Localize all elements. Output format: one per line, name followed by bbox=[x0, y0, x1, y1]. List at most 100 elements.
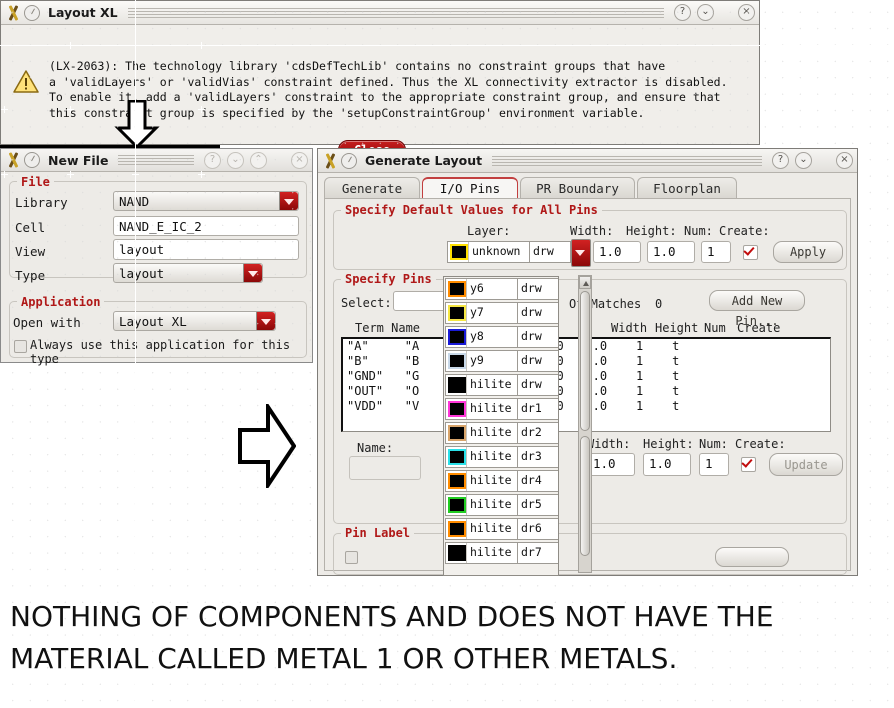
layer-dropdown-button[interactable] bbox=[571, 239, 591, 267]
canvas-marker bbox=[67, 171, 74, 178]
layer-option[interactable]: hilite drw bbox=[445, 374, 558, 396]
default-values-legend: Specify Default Values for All Pins bbox=[341, 203, 602, 217]
generate-layout-window-buttons: ? ⌄ × bbox=[772, 152, 853, 169]
layer-color-swatch bbox=[448, 497, 466, 513]
layer-option[interactable]: hilite dr3 bbox=[445, 446, 558, 468]
canvas-grid-dots bbox=[0, 0, 894, 708]
panel-vertical-scrollbar[interactable] bbox=[578, 275, 592, 573]
pin-label-legend: Pin Label bbox=[341, 526, 415, 540]
pin-label-action-button[interactable] bbox=[715, 547, 789, 567]
layout-canvas[interactable] bbox=[0, 0, 894, 708]
layer-option-purpose: dr1 bbox=[517, 399, 558, 419]
chevron-down-icon[interactable]: ⌄ bbox=[795, 152, 812, 169]
layer-color-swatch bbox=[448, 449, 466, 465]
default-layer-combo[interactable]: unknown drw bbox=[447, 241, 571, 263]
layer-option[interactable]: hilite dr1 bbox=[445, 398, 558, 420]
height-header: Height: bbox=[626, 224, 677, 238]
layer-option-purpose: drw bbox=[517, 375, 558, 395]
layer-purpose: drw bbox=[529, 242, 570, 262]
layer-color-swatch bbox=[448, 545, 466, 561]
layer-option[interactable]: hilite dr4 bbox=[445, 470, 558, 492]
layer-option[interactable]: hilite dr2 bbox=[445, 422, 558, 444]
layer-option[interactable]: hilite dr7 bbox=[445, 542, 558, 564]
layer-color-swatch bbox=[448, 281, 466, 297]
specify-pins-legend: Specify Pins bbox=[341, 272, 436, 286]
layer-option-purpose: drw bbox=[517, 303, 558, 323]
edit-width-label: Width: bbox=[587, 437, 631, 451]
name-input[interactable] bbox=[349, 456, 421, 480]
scrollbar-thumb-lower[interactable] bbox=[580, 436, 590, 556]
generate-layout-title: Generate Layout bbox=[365, 153, 483, 168]
canvas-axis-vertical bbox=[135, 0, 136, 708]
tab-generate[interactable]: Generate bbox=[324, 177, 420, 199]
canvas-marker bbox=[1, 171, 8, 178]
layer-option[interactable]: hilite dr6 bbox=[445, 518, 558, 540]
apply-button[interactable]: Apply bbox=[773, 241, 843, 263]
caption-text: NOTHING OF COMPONENTS AND DOES NOT HAVE … bbox=[10, 596, 890, 680]
caption-line-1: NOTHING OF COMPONENTS AND DOES NOT HAVE … bbox=[10, 600, 774, 633]
tab-floorplan[interactable]: Floorplan bbox=[637, 177, 737, 199]
create-header: Create: bbox=[719, 224, 770, 238]
default-width-input[interactable]: 1.0 bbox=[593, 241, 641, 263]
create-label-checkbox[interactable] bbox=[345, 551, 358, 564]
edit-create-label: Create: bbox=[735, 437, 786, 451]
edit-create-checkbox[interactable] bbox=[741, 457, 756, 472]
layer-option-name: y8 bbox=[466, 327, 517, 347]
chevron-down-icon bbox=[575, 250, 585, 256]
layer-option[interactable]: y6 drw bbox=[445, 278, 558, 300]
layer-header: Layer: bbox=[467, 224, 511, 238]
layer-option-purpose: drw bbox=[517, 351, 558, 371]
default-num-input[interactable]: 1 bbox=[701, 241, 731, 263]
default-create-checkbox[interactable] bbox=[743, 245, 758, 260]
canvas-marker bbox=[198, 171, 205, 178]
layer-option-purpose: drw bbox=[517, 279, 558, 299]
layer-option[interactable]: y8 drw bbox=[445, 326, 558, 348]
table-create-header: Create bbox=[737, 321, 781, 335]
layer-option-purpose: dr4 bbox=[517, 471, 558, 491]
edit-height-label: Height: bbox=[643, 437, 694, 451]
default-height-input[interactable]: 1.0 bbox=[647, 241, 695, 263]
io-pins-panel: Specify Default Values for All Pins Laye… bbox=[324, 198, 851, 575]
layer-option[interactable]: hilite dr5 bbox=[445, 494, 558, 516]
scroll-up-arrow[interactable] bbox=[579, 276, 591, 289]
edit-width-input[interactable]: 1.0 bbox=[587, 453, 635, 476]
tab-pr-boundary[interactable]: PR Boundary bbox=[520, 177, 635, 199]
add-new-pin-button[interactable]: Add New Pin... bbox=[709, 290, 805, 328]
titlebar-rule bbox=[492, 155, 762, 166]
tabbar: Generate I/O Pins PR Boundary Floorplan bbox=[324, 177, 851, 199]
layer-option-name: hilite bbox=[466, 495, 517, 515]
table-height-header: Height bbox=[655, 321, 699, 335]
update-button[interactable]: Update bbox=[769, 453, 843, 476]
layer-color-swatch bbox=[448, 377, 466, 393]
layer-option-purpose: dr7 bbox=[517, 543, 558, 563]
layer-dropdown-list[interactable]: y6 drw y7 drw y8 drw y9 drw hilite drw hilite dr1 hi… bbox=[443, 276, 559, 576]
generate-layout-titlebar[interactable]: Generate Layout ? ⌄ × bbox=[318, 149, 857, 173]
tab-io-pins[interactable]: I/O Pins bbox=[422, 177, 518, 199]
scrollbar-thumb[interactable] bbox=[580, 291, 590, 431]
generate-layout-window: Generate Layout ? ⌄ × Generate I/O Pins … bbox=[317, 148, 858, 576]
edit-height-input[interactable]: 1.0 bbox=[643, 453, 691, 476]
window-menu-icon[interactable] bbox=[341, 152, 357, 169]
canvas-marker bbox=[67, 106, 74, 113]
canvas-axis-horizontal bbox=[0, 45, 894, 46]
layer-option-name: hilite bbox=[466, 375, 517, 395]
layer-option[interactable]: y9 drw bbox=[445, 350, 558, 372]
layer-color-swatch bbox=[448, 473, 466, 489]
layer-color-swatch bbox=[448, 305, 466, 321]
caption-line-2: MATERIAL CALLED METAL 1 OR OTHER METALS. bbox=[10, 642, 678, 675]
matches-count: 0 bbox=[655, 297, 663, 311]
layer-option-name: y9 bbox=[466, 351, 517, 371]
layer-color-swatch bbox=[448, 521, 466, 537]
help-icon[interactable]: ? bbox=[772, 152, 789, 169]
layer-option[interactable]: y7 drw bbox=[445, 302, 558, 324]
edit-num-input[interactable]: 1 bbox=[699, 453, 729, 476]
layer-option-purpose: drw bbox=[517, 327, 558, 347]
table-num-header: Num bbox=[704, 321, 726, 335]
close-icon[interactable]: × bbox=[836, 152, 853, 169]
layer-color-swatch bbox=[450, 244, 468, 260]
term-name-header: Term Name bbox=[355, 321, 421, 335]
layer-name: unknown bbox=[468, 242, 529, 262]
canvas-marker bbox=[132, 171, 139, 178]
layer-option-purpose: dr3 bbox=[517, 447, 558, 467]
layer-option-name: hilite bbox=[466, 447, 517, 467]
